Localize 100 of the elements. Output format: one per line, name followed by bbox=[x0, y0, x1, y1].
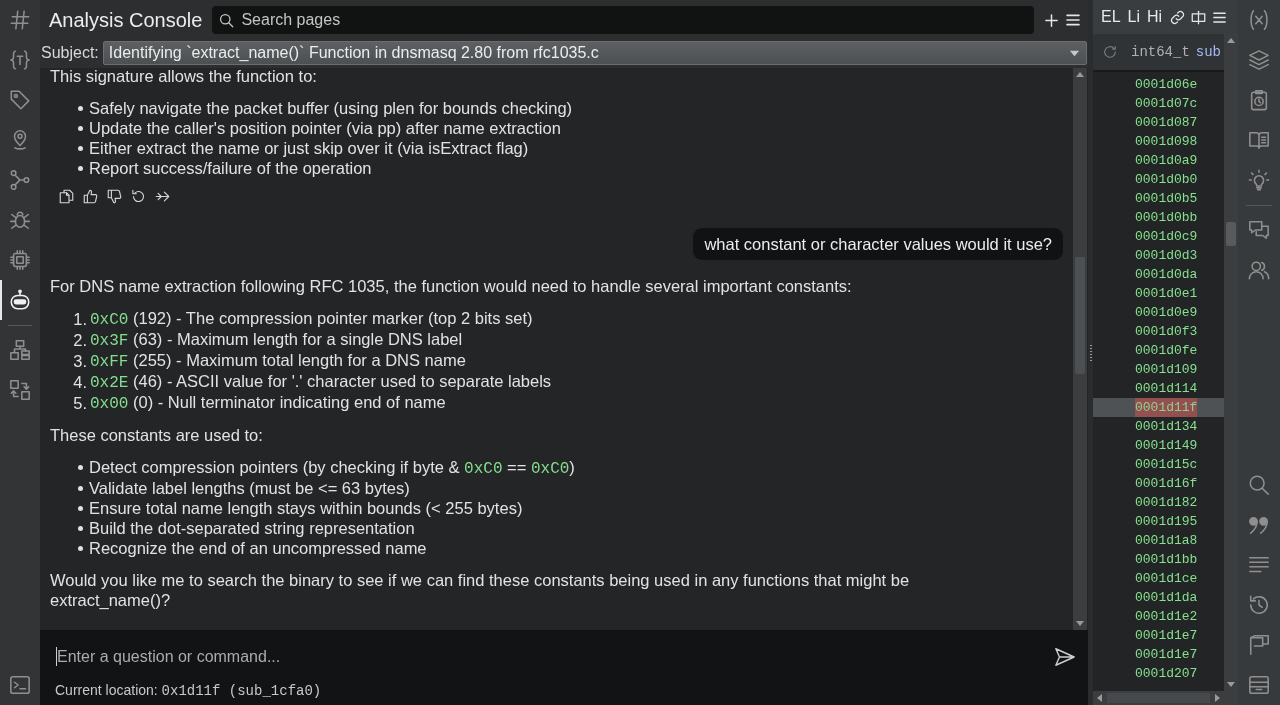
address-row[interactable]: 0001d0e9 bbox=[1093, 303, 1224, 322]
address-row[interactable]: 0001d0da bbox=[1093, 265, 1224, 284]
panel-tab[interactable]: Hi bbox=[1145, 3, 1168, 31]
vertical-scrollbar[interactable] bbox=[1073, 68, 1087, 630]
resize-grip-icon[interactable] bbox=[1089, 344, 1092, 361]
question-field[interactable]: Enter a question or command... bbox=[40, 630, 1041, 678]
address-row[interactable]: 0001d087 bbox=[1093, 113, 1224, 132]
address-row[interactable]: 0001d0e1 bbox=[1093, 284, 1224, 303]
list-item-text: Detect compression pointers (by checking if byte & 0xC0 == 0xC0) bbox=[89, 457, 575, 478]
chat-bubbles-icon bbox=[1248, 219, 1270, 241]
address-row[interactable]: 0001d149 bbox=[1093, 436, 1224, 455]
panel-tab[interactable]: EL bbox=[1099, 3, 1126, 31]
retry-icon bbox=[130, 188, 146, 204]
copy-icon bbox=[58, 188, 74, 204]
people-icon bbox=[1248, 259, 1270, 281]
address-row[interactable]: 0001d0fe bbox=[1093, 341, 1224, 360]
variable-icon bbox=[1248, 9, 1270, 31]
robot-icon bbox=[9, 289, 31, 311]
address-row[interactable]: 0001d0c9 bbox=[1093, 227, 1224, 246]
address-row[interactable]: 0001d0b0 bbox=[1093, 170, 1224, 189]
thumbs-up-icon bbox=[82, 188, 98, 204]
bullet-icon bbox=[78, 525, 83, 531]
list-item-text: 0xFF (255) - Maximum total length for a DNS name bbox=[90, 350, 466, 371]
address-row[interactable]: 0001d1e2 bbox=[1093, 607, 1224, 626]
address-row[interactable]: 0001d114 bbox=[1093, 379, 1224, 398]
split-icon bbox=[1191, 9, 1207, 25]
message-paragraph: These constants are used to: bbox=[50, 425, 264, 445]
refresh-icon bbox=[1103, 45, 1117, 59]
console-title: Analysis Console bbox=[49, 8, 203, 32]
subject-label: Subject: bbox=[41, 44, 99, 62]
list-item-text: Safely navigate the packet buffer (using plen for bounds checking) bbox=[89, 98, 573, 118]
archive-icon bbox=[1248, 674, 1270, 696]
address-row[interactable]: 0001d0b5 bbox=[1093, 189, 1224, 208]
address-row[interactable]: 0001d1bb bbox=[1093, 550, 1224, 569]
list-number: 1. bbox=[72, 308, 87, 329]
list-item-text: Either extract the name or just skip over it (via isExtract flag) bbox=[89, 138, 529, 158]
horizontal-scrollbar[interactable] bbox=[1093, 691, 1224, 705]
address-row[interactable]: 0001d06e bbox=[1093, 75, 1224, 94]
bullet-icon bbox=[78, 485, 83, 491]
address-row[interactable]: 0001d0d3 bbox=[1093, 246, 1224, 265]
current-location: Current location: 0x1d11f (sub_1cfa0) bbox=[40, 678, 1088, 705]
list-number: 3. bbox=[72, 350, 87, 371]
bullet-icon bbox=[78, 125, 83, 131]
list-item-text: 0x2E (46) - ASCII value for '.' character used to separate labels bbox=[90, 371, 552, 392]
address-row[interactable]: 0001d15c bbox=[1093, 455, 1224, 474]
address-row[interactable]: 0001d0a9 bbox=[1093, 151, 1224, 170]
search-icon bbox=[219, 13, 235, 28]
address-row[interactable]: 0001d1a8 bbox=[1093, 531, 1224, 550]
message-paragraph: For DNS name extraction following RFC 1035, the function would need to handle several important constants: bbox=[50, 276, 853, 296]
chip-icon bbox=[9, 249, 31, 271]
address-row[interactable]: 0001d07c bbox=[1093, 94, 1224, 113]
list-item-text: Build the dot-separated string representation bbox=[89, 518, 415, 538]
swap-icon bbox=[9, 379, 31, 401]
address-row[interactable]: 0001d1e7 bbox=[1093, 626, 1224, 645]
vertical-scrollbar[interactable] bbox=[1224, 34, 1238, 705]
arrow-icon bbox=[154, 188, 170, 204]
address-row[interactable]: 0001d0f3 bbox=[1093, 322, 1224, 341]
list-item-text: 0x3F (63) - Maximum length for a single DNS label bbox=[90, 329, 463, 350]
list-item-text: Validate label lengths (must be <= 63 bytes) bbox=[89, 478, 410, 498]
link-icon bbox=[1170, 9, 1186, 25]
clipboard-icon bbox=[1248, 89, 1270, 111]
return-type: int64_t bbox=[1131, 44, 1190, 60]
panel-tab[interactable]: Li bbox=[1125, 3, 1146, 31]
menu-icon bbox=[1065, 12, 1081, 28]
bug-icon bbox=[9, 209, 31, 231]
search-icon bbox=[1248, 474, 1270, 496]
list-item-text: 0xC0 (192) - The compression pointer marker (top 2 bits set) bbox=[90, 308, 533, 329]
graph-icon bbox=[9, 169, 31, 191]
list-item-text: Update the caller's position pointer (via pp) after name extraction bbox=[89, 118, 561, 138]
address-row[interactable]: 0001d16f bbox=[1093, 474, 1224, 493]
address-row[interactable]: 0001d134 bbox=[1093, 417, 1224, 436]
bullet-icon bbox=[78, 105, 83, 111]
address-row[interactable]: 0001d207 bbox=[1093, 664, 1224, 683]
list-number: 5. bbox=[72, 392, 87, 413]
address-row[interactable]: 0001d0bb bbox=[1093, 208, 1224, 227]
list-item-text: 0x00 (0) - Null terminator indicating end of name bbox=[90, 392, 446, 413]
bullet-icon bbox=[78, 145, 83, 151]
list-item-text: Ensure total name length stays within bounds (< 255 bytes) bbox=[89, 498, 523, 518]
address-row[interactable]: 0001d182 bbox=[1093, 493, 1224, 512]
message-paragraph: This signature allows the function to: bbox=[50, 68, 318, 86]
address-row[interactable]: 0001d098 bbox=[1093, 132, 1224, 151]
lightbulb-icon bbox=[1248, 169, 1270, 191]
bullet-icon bbox=[78, 505, 83, 511]
list-number: 2. bbox=[72, 329, 87, 350]
subject-dropdown[interactable]: Identifying `extract_name()` Function in dnsmasq 2.80 from rfc1035.c bbox=[102, 41, 1087, 65]
search-field[interactable]: Search pages bbox=[212, 6, 1034, 34]
address-row[interactable]: 0001d109 bbox=[1093, 360, 1224, 379]
address-row[interactable]: 0001d1da bbox=[1093, 588, 1224, 607]
address-row[interactable]: 0001d195 bbox=[1093, 512, 1224, 531]
address-row[interactable]: 0001d1ce bbox=[1093, 569, 1224, 588]
book-icon bbox=[1248, 129, 1270, 151]
hash-icon bbox=[9, 9, 31, 31]
hierarchy-icon bbox=[9, 339, 31, 361]
list-item-text: Report success/failure of the operation bbox=[89, 158, 372, 178]
address-row[interactable]: 0001d1e7 bbox=[1093, 645, 1224, 664]
text-cursor bbox=[56, 647, 57, 666]
menu-icon bbox=[1212, 9, 1228, 25]
layers-icon bbox=[1248, 49, 1270, 71]
send-icon bbox=[1053, 645, 1076, 668]
braces-icon bbox=[9, 49, 31, 71]
